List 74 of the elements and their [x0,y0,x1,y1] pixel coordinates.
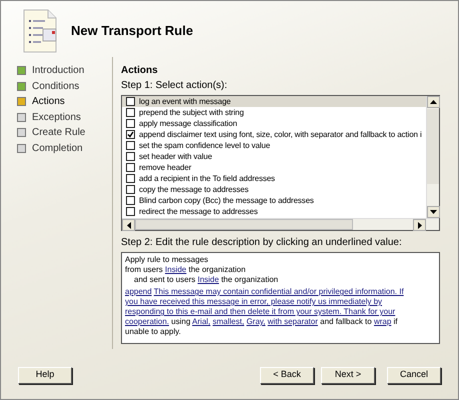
help-button[interactable]: Help [18,366,72,384]
right-arrow-icon[interactable] [418,222,422,228]
description-text: and sent to users [134,275,196,284]
action-item[interactable]: Blind carbon copy (Bcc) the message to addresses [122,195,426,206]
vertical-scrollbar[interactable] [426,96,439,218]
checkbox[interactable] [126,141,135,150]
action-item[interactable]: prepend the subject with string [122,107,426,118]
up-arrow-icon[interactable] [430,100,437,104]
description-text: Apply rule to messages [125,255,208,264]
wizard-step[interactable]: Exceptions [32,110,81,125]
back-button[interactable]: < Back [260,366,314,384]
page-heading: Actions [121,64,159,78]
document-icon [23,9,57,53]
link-value[interactable]: append [125,287,152,296]
action-label: prepend the subject with string [139,106,244,118]
action-item[interactable]: log an event with message [122,96,426,107]
checkbox[interactable] [126,97,135,106]
down-arrow-icon[interactable] [430,210,437,214]
wizard-step[interactable]: Actions [32,94,65,110]
checkbox[interactable] [126,119,135,128]
wizard-step[interactable]: Create Rule [32,125,86,140]
wizard-title: New Transport Rule [71,22,194,40]
link-value[interactable]: Gray, [246,317,266,326]
description-text: if [394,317,398,326]
action-item[interactable]: remove header [122,162,426,173]
action-list[interactable] [121,95,440,231]
action-label: copy the message to addresses [139,184,248,196]
action-item[interactable]: add a recipient in the To field addresses [122,173,426,184]
action-label: Blind carbon copy (Bcc) the message to addresses [139,194,314,206]
description-text: the organization [188,265,246,274]
action-item[interactable]: redirect the message to addresses [122,206,426,217]
checkbox[interactable] [126,108,135,117]
wizard-step[interactable]: Introduction [32,63,84,78]
link-value[interactable]: Inside [165,265,186,274]
link-value[interactable]: smallest, [212,317,244,326]
action-label: set the spam confidence level to value [139,140,270,152]
link-value[interactable]: you have received this message in error, please notify us immediately by [125,297,382,306]
action-label: log an event with message [139,96,231,108]
wizard-step[interactable]: Completion [32,140,83,156]
action-item[interactable]: set header with value [122,151,426,162]
action-label: add a recipient in the To field addresses [139,172,275,184]
action-label: redirect the message to addresses [139,206,258,218]
description-text: using [171,317,190,326]
checkbox[interactable] [126,207,135,216]
link-value[interactable]: Arial, [192,317,210,326]
action-item[interactable]: set the spam confidence level to value [122,140,426,151]
action-item[interactable]: apply message classification [122,118,426,129]
description-text: and fallback to [320,317,372,326]
description-text: the organization [221,275,278,284]
description-text: unable to apply. [125,327,181,336]
description-text: from users [125,265,163,274]
checkbox[interactable] [126,174,135,183]
action-label: apply message classification [139,118,238,130]
cancel-button[interactable]: Cancel [387,366,441,384]
checkbox[interactable] [126,185,135,194]
link-value[interactable]: wrap [374,317,392,326]
checkbox[interactable] [126,163,135,172]
checkbox[interactable] [126,130,135,139]
horizontal-scrollbar[interactable] [122,218,439,230]
link-value[interactable]: Inside [198,275,219,284]
field-label: Step 1: Select action(s): [121,79,228,93]
action-item[interactable]: copy the message to addresses [122,184,426,195]
wizard-step[interactable]: Conditions [32,78,80,94]
action-label: set header with value [139,150,212,162]
checkbox[interactable] [126,196,135,205]
checkbox[interactable] [126,152,135,161]
link-value[interactable]: with separator [268,317,318,326]
field-label: Step 2: Edit the rule description by clicking an underlined value: [121,236,403,250]
link-value[interactable]: responding to this e-mail and then delete it from your system. Thank for your [125,307,396,316]
link-value[interactable]: cooperation. [125,317,170,326]
next-button[interactable]: Next > [321,366,375,384]
link-value[interactable]: This message may contain confidential and/or privileged information. If [154,287,404,296]
left-arrow-icon[interactable] [126,222,130,228]
action-label: remove header [139,162,192,174]
